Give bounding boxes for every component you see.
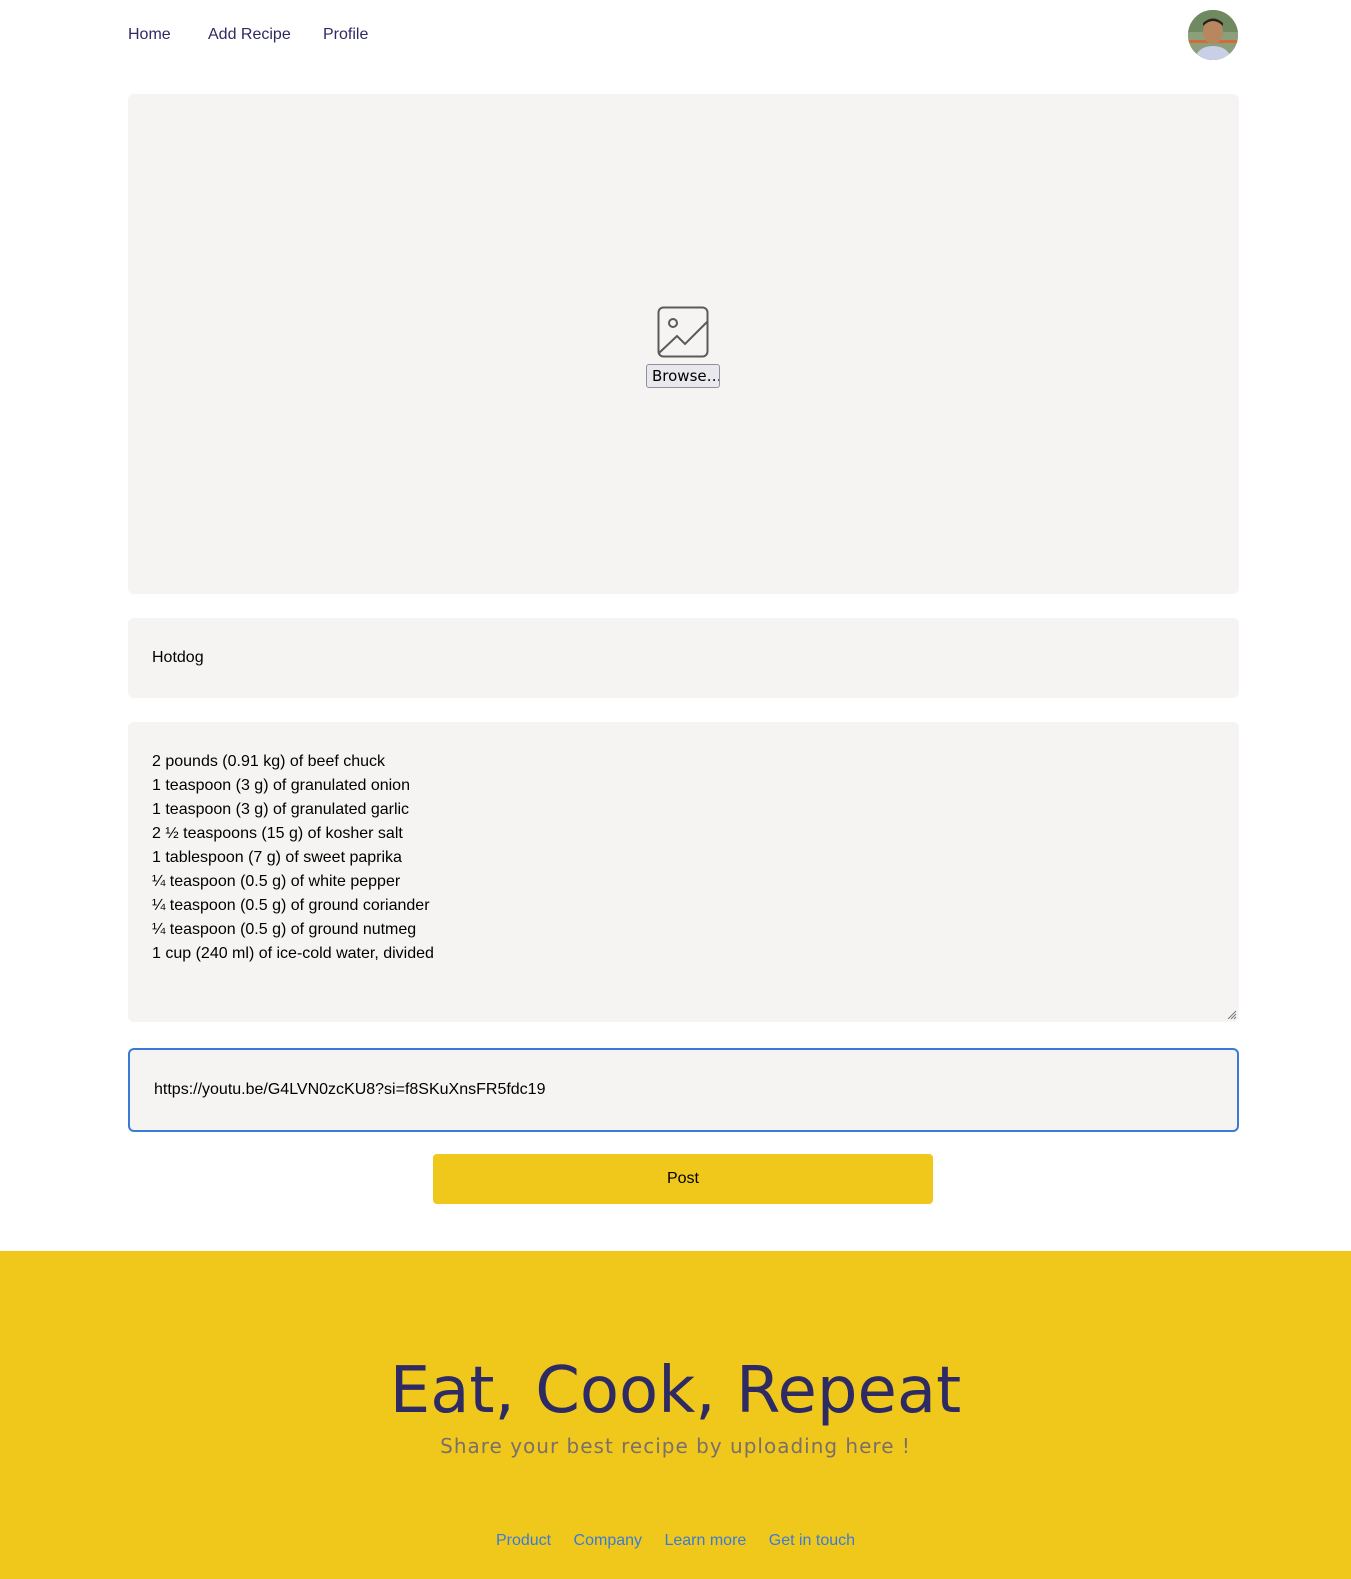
footer-headline: Eat, Cook, Repeat: [389, 1354, 962, 1428]
ingredients-textarea[interactable]: 2 pounds (0.91 kg) of beef chuck 1 teasp…: [128, 722, 1239, 1022]
avatar[interactable]: [1188, 10, 1238, 60]
top-nav: Home Add Recipe Profile: [0, 0, 1351, 70]
browse-button[interactable]: Browse…: [646, 364, 720, 388]
nav-profile-link[interactable]: Profile: [323, 26, 368, 44]
footer: Eat, Cook, Repeat Share your best recipe…: [0, 1251, 1351, 1579]
ingredient-line: 1 teaspoon (3 g) of granulated onion: [152, 777, 410, 794]
ingredient-line: ¼ teaspoon (0.5 g) of ground coriander: [152, 897, 430, 914]
post-button[interactable]: Post: [433, 1154, 933, 1204]
nav-add-recipe-link[interactable]: Add Recipe: [208, 26, 291, 44]
image-upload-area[interactable]: Browse…: [128, 94, 1239, 594]
image-placeholder-icon: [657, 306, 709, 358]
ingredient-line: 2 ½ teaspoons (15 g) of kosher salt: [152, 825, 403, 842]
ingredient-line: 1 cup (240 ml) of ice-cold water, divide…: [152, 945, 434, 962]
video-link-input[interactable]: https://youtu.be/G4LVN0zcKU8?si=f8SKuXns…: [128, 1048, 1239, 1132]
footer-links: Product Company Learn more Get in touch: [0, 1531, 1351, 1551]
avatar-photo: [1188, 10, 1238, 60]
ingredient-line: ¼ teaspoon (0.5 g) of white pepper: [152, 873, 401, 890]
footer-link-get-in-touch[interactable]: Get in touch: [769, 1532, 855, 1549]
footer-link-product[interactable]: Product: [496, 1532, 551, 1549]
ingredient-line: 2 pounds (0.91 kg) of beef chuck: [152, 753, 386, 770]
ingredient-line: 1 teaspoon (3 g) of granulated garlic: [152, 801, 410, 818]
footer-link-learn-more[interactable]: Learn more: [664, 1532, 746, 1549]
recipe-title-input[interactable]: Hotdog: [128, 618, 1239, 698]
footer-link-company[interactable]: Company: [574, 1532, 642, 1549]
resize-grip-icon[interactable]: [1227, 1010, 1237, 1020]
footer-subtitle: Share your best recipe by uploading here…: [440, 1434, 911, 1458]
ingredient-line: ¼ teaspoon (0.5 g) of ground nutmeg: [152, 921, 417, 938]
nav-home-link[interactable]: Home: [128, 26, 171, 44]
ingredient-line: 1 tablespoon (7 g) of sweet paprika: [152, 849, 402, 866]
